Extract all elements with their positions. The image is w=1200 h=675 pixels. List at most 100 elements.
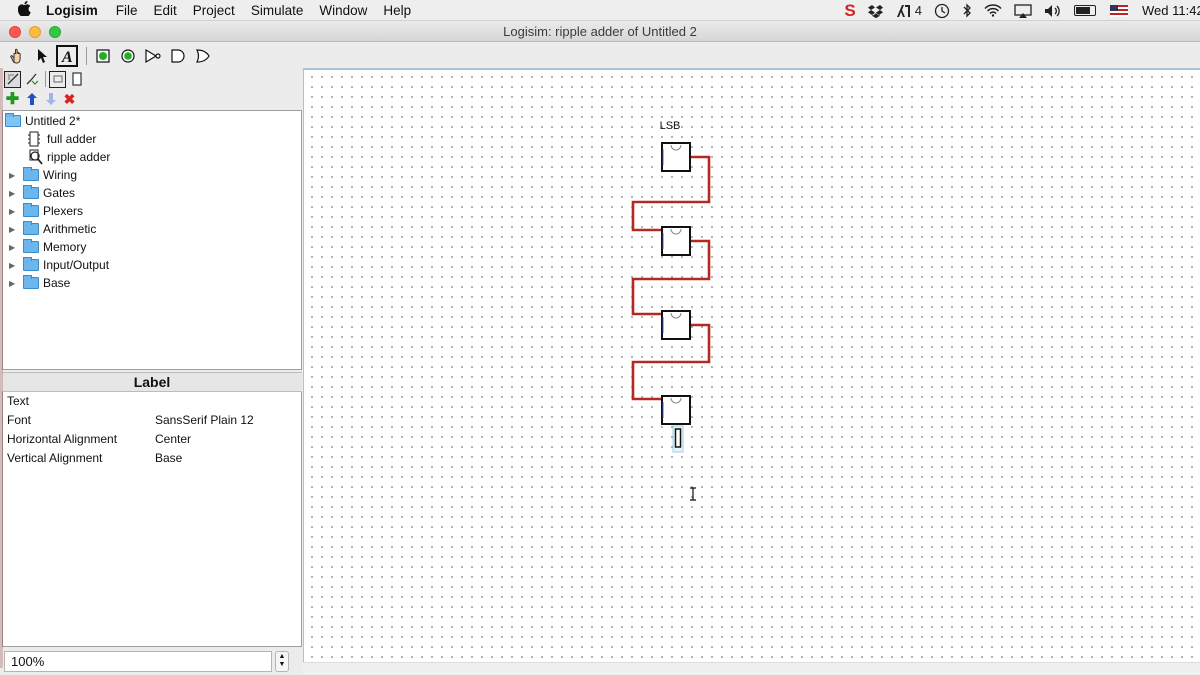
library-label: Gates: [43, 186, 76, 200]
apple-menu-icon[interactable]: [16, 0, 32, 19]
layout-view-icon[interactable]: [49, 70, 66, 88]
select-arrow-tool-icon[interactable]: [31, 45, 53, 67]
dropbox-icon[interactable]: [867, 0, 884, 21]
window-titlebar[interactable]: Logisim: ripple adder of Untitled 2: [0, 21, 1200, 42]
text-tool-icon[interactable]: A: [56, 44, 78, 67]
library-label: Memory: [43, 240, 87, 254]
attribute-row-font[interactable]: Font SansSerif Plain 12: [3, 411, 303, 430]
window-title: Logisim: ripple adder of Untitled 2: [503, 24, 697, 39]
attribute-row-horizontal-alignment[interactable]: Horizontal Alignment Center: [3, 430, 303, 449]
zoom-field[interactable]: 100%: [4, 651, 272, 672]
menu-window[interactable]: Window: [319, 3, 367, 18]
us-flag-input-icon[interactable]: [1110, 4, 1128, 17]
view-toolbar: [0, 68, 302, 90]
attribute-panel-title: Label: [2, 372, 302, 392]
toolbar-separator: [45, 71, 46, 87]
full-adder-block-1[interactable]: [661, 142, 691, 172]
expand-arrow-icon[interactable]: ▶: [9, 225, 19, 234]
zoom-stepper[interactable]: ▲ ▼: [275, 651, 289, 672]
expand-arrow-icon[interactable]: ▶: [9, 279, 19, 288]
full-adder-block-2[interactable]: [661, 226, 691, 256]
main-toolbar: A: [0, 43, 302, 68]
airplay-icon[interactable]: [1014, 0, 1032, 21]
attribute-name: Text: [7, 394, 30, 408]
menu-project[interactable]: Project: [193, 3, 235, 18]
svg-text:A: A: [61, 49, 73, 64]
expand-arrow-icon[interactable]: ▶: [9, 243, 19, 252]
or-gate-icon[interactable]: [192, 45, 214, 67]
full-adder-block-3[interactable]: [661, 310, 691, 340]
menu-help[interactable]: Help: [383, 3, 411, 18]
explorer-tree[interactable]: Untitled 2* full adder ripple adder ▶ Wi…: [2, 110, 302, 370]
carry-wires[interactable]: [631, 155, 711, 401]
library-plexers[interactable]: ▶ Plexers: [9, 202, 83, 220]
time-machine-icon[interactable]: [934, 0, 950, 21]
menu-edit[interactable]: Edit: [154, 3, 177, 18]
volume-icon[interactable]: [1044, 0, 1062, 21]
expand-arrow-icon[interactable]: ▶: [9, 171, 19, 180]
circuit-canvas[interactable]: LSB: [303, 68, 1200, 662]
circuit-ripple-adder[interactable]: ripple adder: [27, 148, 110, 166]
attribute-row-text[interactable]: Text: [3, 392, 303, 411]
menu-file[interactable]: File: [116, 3, 138, 18]
move-down-icon[interactable]: [42, 91, 59, 108]
move-up-icon[interactable]: [23, 91, 40, 108]
output-pin-icon[interactable]: [117, 45, 139, 67]
adobe-count: 4: [914, 3, 922, 18]
hand-poke-tool-icon[interactable]: [6, 45, 28, 67]
appearance-view-icon[interactable]: [68, 71, 85, 88]
folder-icon: [23, 239, 39, 253]
attribute-name: Vertical Alignment: [7, 451, 103, 465]
attribute-name: Horizontal Alignment: [7, 432, 118, 446]
remove-circuit-icon[interactable]: ✖: [61, 91, 78, 108]
and-gate-icon[interactable]: [167, 45, 189, 67]
library-wiring[interactable]: ▶ Wiring: [9, 166, 77, 184]
bluetooth-icon[interactable]: [962, 0, 972, 21]
toolbox-view-icon[interactable]: [4, 70, 21, 88]
magnifier-circuit-icon: [29, 149, 43, 165]
library-gates[interactable]: ▶ Gates: [9, 184, 75, 202]
adobe-cc-icon[interactable]: 4: [896, 0, 922, 21]
library-input-output[interactable]: ▶ Input/Output: [9, 256, 109, 274]
project-node[interactable]: Untitled 2*: [5, 112, 80, 130]
menubar-clock[interactable]: Wed 11:42: [1142, 3, 1200, 18]
library-label: Base: [43, 276, 71, 290]
input-pin-icon[interactable]: [92, 45, 114, 67]
macos-menubar: Logisim File Edit Project Simulate Windo…: [0, 0, 1200, 21]
text-insertion-caret[interactable]: [672, 425, 684, 453]
circuit-toolbar: ✚ ✖: [0, 90, 302, 109]
window-left-edge: [0, 68, 3, 668]
circuit-full-adder[interactable]: full adder: [27, 130, 96, 148]
folder-icon: [23, 257, 39, 271]
expand-arrow-icon[interactable]: ▶: [9, 207, 19, 216]
library-base[interactable]: ▶ Base: [9, 274, 70, 292]
simulation-view-icon[interactable]: [23, 71, 40, 88]
lsb-label[interactable]: LSB: [660, 120, 681, 132]
menu-simulate[interactable]: Simulate: [251, 3, 304, 18]
library-memory[interactable]: ▶ Memory: [9, 238, 86, 256]
full-adder-block-4[interactable]: [661, 395, 691, 425]
circuit-label: ripple adder: [47, 150, 111, 164]
library-label: Input/Output: [43, 258, 110, 272]
canvas-horizontal-scrollbar[interactable]: [303, 662, 1200, 675]
attribute-value[interactable]: Base: [155, 451, 182, 465]
circuit-icon: [28, 131, 40, 147]
project-folder-icon: [5, 113, 21, 127]
toolbar-separator: [86, 46, 87, 65]
wifi-icon[interactable]: [984, 0, 1002, 21]
expand-arrow-icon[interactable]: ▶: [9, 261, 19, 270]
attribute-value[interactable]: Center: [155, 432, 191, 446]
library-label: Plexers: [43, 204, 84, 218]
attribute-value[interactable]: SansSerif Plain 12: [155, 413, 254, 427]
not-gate-icon[interactable]: [142, 45, 164, 67]
app-menu[interactable]: Logisim: [46, 3, 98, 18]
folder-icon: [23, 203, 39, 217]
add-circuit-icon[interactable]: ✚: [4, 91, 21, 108]
expand-arrow-icon[interactable]: ▶: [9, 189, 19, 198]
battery-icon[interactable]: [1074, 5, 1096, 16]
s-app-status-icon[interactable]: S: [844, 0, 855, 21]
circuit-label: full adder: [47, 132, 97, 146]
folder-icon: [23, 221, 39, 235]
attribute-row-vertical-alignment[interactable]: Vertical Alignment Base: [3, 449, 303, 468]
library-arithmetic[interactable]: ▶ Arithmetic: [9, 220, 96, 238]
